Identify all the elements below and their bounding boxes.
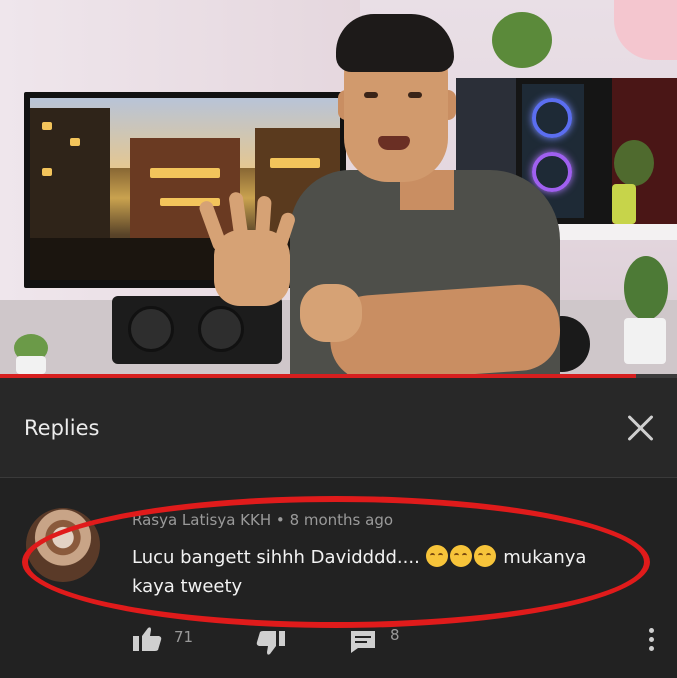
plant: [492, 12, 552, 68]
replies-title: Replies: [24, 416, 100, 440]
more-vertical-icon[interactable]: [648, 628, 656, 654]
close-icon[interactable]: [621, 409, 659, 447]
replies-header: [0, 378, 677, 478]
person-hair: [336, 14, 454, 72]
lamp: [614, 0, 677, 60]
reply-count: 8: [390, 626, 400, 644]
smile-emoji-icon: [449, 545, 472, 567]
video-player[interactable]: [0, 0, 677, 378]
smile-emoji-icon: [425, 545, 448, 567]
plant: [614, 140, 654, 186]
vase: [16, 356, 46, 374]
comment-meta: Rasya Latisya KKH • 8 months ago: [132, 511, 393, 529]
comment-time: 8 months ago: [289, 511, 394, 529]
person-eye: [364, 92, 378, 98]
comment-author[interactable]: Rasya Latisya KKH: [132, 511, 271, 529]
avatar[interactable]: [26, 508, 100, 582]
vase: [624, 318, 666, 364]
person-mouth: [378, 136, 410, 150]
vase: [612, 184, 636, 224]
person-hand: [300, 284, 362, 342]
thumbs-up-icon[interactable]: [132, 626, 162, 652]
shelf: [540, 222, 677, 240]
like-count: 71: [174, 628, 194, 646]
meta-separator: •: [275, 511, 285, 529]
comment-text: Lucu bangett sihhh Davidddd.... mukanya …: [132, 543, 620, 601]
speaker: [112, 296, 282, 364]
smile-emoji-icon: [473, 545, 496, 567]
plant: [624, 256, 668, 320]
comment-text-start: Lucu bangett sihhh Davidddd....: [132, 547, 426, 568]
person-arm: [327, 282, 563, 378]
reply-icon[interactable]: [350, 630, 376, 654]
person-eye: [408, 92, 422, 98]
thumbs-down-icon[interactable]: [256, 630, 286, 656]
comment-actions: 71 8: [0, 620, 677, 660]
